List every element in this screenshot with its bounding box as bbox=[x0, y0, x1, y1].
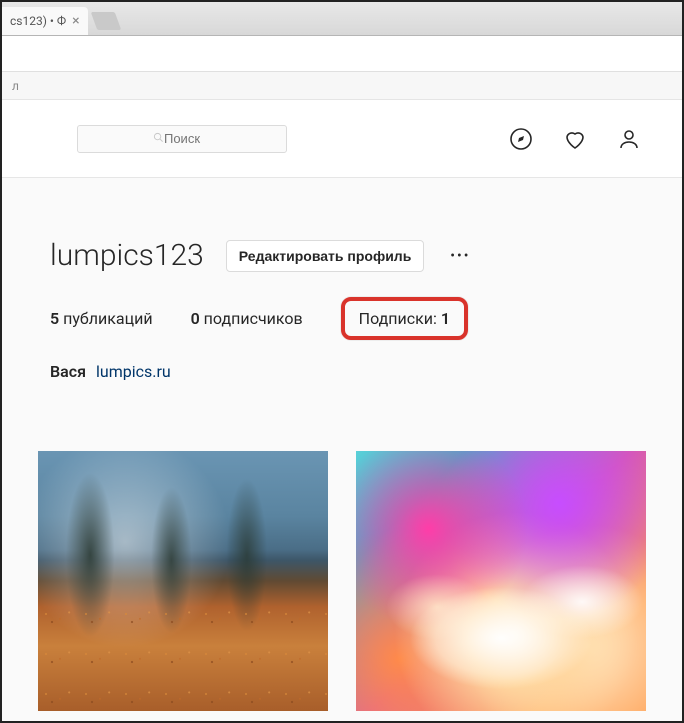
browser-tab[interactable]: cs123) • Ф × bbox=[2, 7, 88, 35]
header-nav bbox=[508, 126, 642, 152]
bio-name: Вася bbox=[50, 362, 86, 381]
following-label: Подписки: bbox=[359, 309, 437, 328]
profile-header-row: lumpics123 Редактировать профиль ••• bbox=[50, 238, 634, 273]
profile-section: lumpics123 Редактировать профиль ••• 5 п… bbox=[2, 178, 682, 381]
new-tab-button[interactable] bbox=[90, 12, 121, 30]
search-container bbox=[77, 125, 287, 153]
bookmark-fragment: л bbox=[12, 79, 19, 93]
search-input[interactable] bbox=[77, 125, 287, 153]
heart-icon[interactable] bbox=[562, 126, 588, 152]
tab-title: cs123) • Ф bbox=[10, 14, 66, 28]
followers-label: подписчиков bbox=[204, 309, 303, 328]
browser-tab-strip: cs123) • Ф × bbox=[2, 2, 682, 36]
username: lumpics123 bbox=[50, 238, 204, 273]
edit-profile-button[interactable]: Редактировать профиль bbox=[226, 240, 425, 272]
close-icon[interactable]: × bbox=[72, 14, 79, 28]
posts-stat[interactable]: 5 публикаций bbox=[50, 309, 153, 328]
profile-icon[interactable] bbox=[616, 126, 642, 152]
posts-grid bbox=[2, 381, 682, 711]
followers-count: 0 bbox=[191, 309, 200, 328]
app-header bbox=[2, 100, 682, 178]
post-thumbnail[interactable] bbox=[356, 451, 646, 711]
posts-count: 5 bbox=[50, 309, 59, 328]
posts-label: публикаций bbox=[63, 309, 152, 328]
post-thumbnail[interactable] bbox=[38, 451, 328, 711]
following-stat[interactable]: Подписки: 1 bbox=[341, 297, 468, 340]
stats-row: 5 публикаций 0 подписчиков Подписки: 1 bbox=[50, 297, 634, 340]
bio-link[interactable]: lumpics.ru bbox=[96, 362, 171, 381]
bio: Вася lumpics.ru bbox=[50, 362, 634, 381]
explore-icon[interactable] bbox=[508, 126, 534, 152]
following-count: 1 bbox=[441, 309, 450, 328]
followers-stat[interactable]: 0 подписчиков bbox=[191, 309, 303, 328]
bookmarks-bar: л bbox=[2, 72, 682, 100]
browser-toolbar bbox=[2, 36, 682, 72]
more-options-icon[interactable]: ••• bbox=[446, 248, 474, 264]
